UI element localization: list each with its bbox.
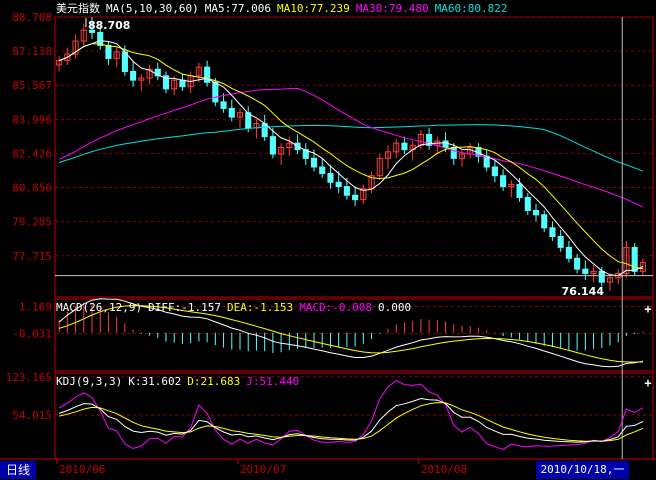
time-tick-label: 2010/08 — [421, 463, 467, 476]
candle-body — [500, 175, 507, 188]
candle-body — [401, 142, 408, 151]
price-tick-label: 77.715 — [12, 250, 52, 263]
time-tick-label: 2010/07 — [240, 463, 286, 476]
kdj-legend: KDJ(9,3,3) K:31.602 D:21.683 J:51.440 — [56, 375, 305, 389]
candle-body — [565, 246, 572, 259]
candle-body — [121, 51, 128, 72]
j-value: J:51.440 — [246, 375, 300, 388]
chart-stage: 88.708 87.138 85.567 83.996 82.426 80.856 79.2… — [0, 0, 656, 480]
kdj-tick-label: 123.165 — [6, 371, 52, 384]
candle-body — [516, 183, 523, 198]
candle-body — [491, 166, 498, 177]
main-legend: 美元指数 MA(5,10,30,60) MA5:77.006 MA10:77.239 M… — [56, 2, 514, 16]
d-value: D:21.683 — [187, 375, 241, 388]
macd-tick-label: 1.169 — [19, 300, 52, 313]
macd-expand-button[interactable]: + — [642, 303, 654, 315]
diff-value: DIFF:-1.157 — [148, 301, 221, 314]
price-tick-label: 80.856 — [12, 182, 52, 195]
macd-params: MACD(26,12,9) — [56, 301, 143, 314]
price-tick-label: 87.138 — [12, 45, 52, 58]
candle-body — [450, 146, 457, 159]
candle-body — [327, 173, 334, 183]
ma30-line — [58, 87, 644, 208]
candle-body — [105, 44, 112, 59]
ma30-value: MA30:79.480 — [355, 2, 429, 15]
candle-body — [549, 227, 556, 238]
candle-body — [541, 214, 548, 229]
candle-body — [269, 136, 276, 155]
period-tab[interactable]: 日线 — [0, 461, 36, 479]
candle-body — [524, 196, 531, 211]
ma10-value: MA10:77.239 — [276, 2, 350, 15]
candle-body — [532, 209, 540, 216]
candle-body — [582, 268, 589, 274]
high-annotation: 88.708 — [88, 19, 130, 32]
kdj-d-line — [58, 402, 644, 442]
kdj-expand-button[interactable]: + — [642, 377, 654, 389]
price-tick-label: 79.285 — [12, 216, 52, 229]
instrument-title: 美元指数 — [56, 2, 100, 15]
candle-body — [557, 236, 564, 248]
kdj-params: KDJ(9,3,3) — [56, 375, 123, 388]
candle-body — [310, 157, 318, 168]
price-tick-label: 85.567 — [12, 79, 52, 92]
macd-tick-label: -0.031 — [12, 327, 52, 340]
kdj-tick-label: 54.015 — [12, 409, 52, 422]
time-tick-label: 2010/06 — [59, 463, 105, 476]
candle-body — [204, 66, 211, 83]
price-tick-label: 82.426 — [12, 147, 52, 160]
price-tick-label: 88.708 — [12, 11, 52, 24]
dea-value: DEA:-1.153 — [226, 301, 294, 314]
candle-body — [343, 186, 350, 196]
low-annotation: 76.144 — [562, 285, 605, 298]
macd-value: MACD:-0.008 — [299, 301, 373, 314]
ma60-value: MA60:80.822 — [434, 2, 508, 15]
candle-body — [352, 194, 359, 201]
candle-body — [212, 81, 219, 103]
candle-body — [319, 166, 326, 175]
candle-body — [130, 70, 137, 81]
cursor-date-label: 2010/10/18,一 — [536, 461, 629, 479]
k-value: K:31.602 — [128, 375, 182, 388]
candle-body — [335, 181, 342, 188]
macd-legend: MACD(26,12,9) DIFF:-1.157 DEA:-1.153 MACD:-… — [56, 301, 417, 315]
candle-body — [220, 101, 227, 109]
kdj-k-line — [58, 397, 644, 443]
candle-body — [442, 140, 449, 148]
ma60-line — [58, 124, 644, 172]
stock-chart: 88.708 87.138 85.567 83.996 82.426 80.856 79.2… — [0, 11, 656, 476]
price-panel-frame — [54, 16, 654, 298]
candle-body — [228, 107, 235, 118]
macd-extra-value: 0.000 — [378, 301, 412, 314]
candle-body — [598, 270, 605, 283]
ma-params: MA(5,10,30,60) — [106, 2, 199, 15]
ma5-value: MA5:77.006 — [204, 2, 271, 15]
price-tick-label: 83.996 — [12, 113, 52, 126]
candle-body — [574, 257, 581, 270]
candle-body — [179, 79, 186, 88]
